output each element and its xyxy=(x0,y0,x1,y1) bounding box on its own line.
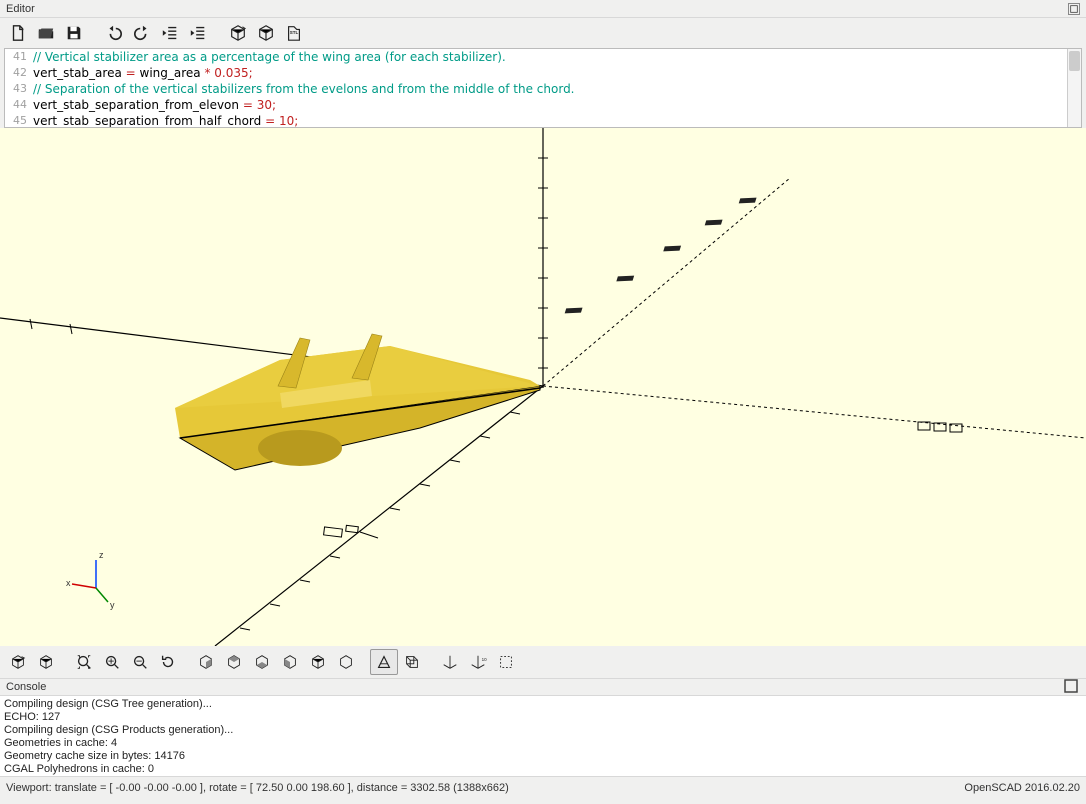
unindent-button[interactable] xyxy=(156,20,184,46)
editor-title: Editor xyxy=(6,3,35,15)
view-bottom-button[interactable] xyxy=(248,649,276,675)
line-number: 43 xyxy=(5,81,33,97)
perspective-button[interactable] xyxy=(370,649,398,675)
preview-view-button[interactable] xyxy=(4,649,32,675)
svg-text:STL: STL xyxy=(290,30,299,35)
redo-button[interactable] xyxy=(128,20,156,46)
console-line: Geometries in cache: 4 xyxy=(4,737,1082,750)
line-number: 41 xyxy=(5,49,33,65)
view-top-button[interactable] xyxy=(220,649,248,675)
view-back-button[interactable] xyxy=(332,649,360,675)
console-output[interactable]: Compiling design (CSG Tree generation)..… xyxy=(0,696,1086,776)
export-stl-button[interactable]: STL xyxy=(280,20,308,46)
show-axes-button[interactable] xyxy=(436,649,464,675)
code-line[interactable]: 42vert_stab_area = wing_area * 0.035; xyxy=(5,65,1081,81)
console-line: Compiling design (CSG Tree generation)..… xyxy=(4,698,1082,711)
render-button[interactable] xyxy=(252,20,280,46)
show-edges-button[interactable] xyxy=(492,649,520,675)
editor-scrollbar[interactable] xyxy=(1067,49,1081,127)
render-view-button[interactable] xyxy=(32,649,60,675)
orthogonal-button[interactable] xyxy=(398,649,426,675)
indent-button[interactable] xyxy=(184,20,212,46)
close-button[interactable] xyxy=(1068,3,1080,15)
view-all-button[interactable] xyxy=(70,649,98,675)
undo-button[interactable] xyxy=(100,20,128,46)
console-line: Geometry cache size in bytes: 14176 xyxy=(4,750,1082,763)
code-line[interactable]: 41// Vertical stabilizer area as a perce… xyxy=(5,49,1081,65)
code-text: // Vertical stabilizer area as a percent… xyxy=(33,49,1081,65)
code-line[interactable]: 44vert_stab_separation_from_elevon = 30; xyxy=(5,97,1081,113)
status-bar: Viewport: translate = [ -0.00 -0.00 -0.0… xyxy=(0,776,1086,798)
new-file-button[interactable] xyxy=(4,20,32,46)
console-line: CGAL Polyhedrons in cache: 0 xyxy=(4,763,1082,776)
code-text: vert_stab_separation_from_elevon = 30; xyxy=(33,97,1081,113)
view-left-button[interactable] xyxy=(276,649,304,675)
zoom-in-button[interactable] xyxy=(98,649,126,675)
viewport-toolbar: 10 xyxy=(0,646,1086,678)
code-editor[interactable]: 41// Vertical stabilizer area as a perce… xyxy=(4,48,1082,128)
line-number: 44 xyxy=(5,97,33,113)
console-line: Compiling design (CSG Products generatio… xyxy=(4,724,1082,737)
axis-y-label: y xyxy=(110,600,115,610)
view-front-button[interactable] xyxy=(304,649,332,675)
axis-z-label: z xyxy=(99,550,104,560)
save-file-button[interactable] xyxy=(60,20,88,46)
axis-x-label: x xyxy=(66,578,71,588)
show-scale-button[interactable]: 10 xyxy=(464,649,492,675)
line-number: 45 xyxy=(5,113,33,128)
code-text: vert_stab_area = wing_area * 0.035; xyxy=(33,65,1081,81)
view-right-button[interactable] xyxy=(192,649,220,675)
zoom-out-button[interactable] xyxy=(126,649,154,675)
console-close-button[interactable] xyxy=(1062,677,1080,698)
console-line: ECHO: 127 xyxy=(4,711,1082,724)
status-right: OpenSCAD 2016.02.20 xyxy=(964,782,1080,794)
editor-toolbar: STL xyxy=(0,18,1086,48)
line-number: 42 xyxy=(5,65,33,81)
viewport-3d[interactable]: z x y xyxy=(0,128,1086,646)
open-file-button[interactable] xyxy=(32,20,60,46)
status-left: Viewport: translate = [ -0.00 -0.00 -0.0… xyxy=(6,782,509,794)
console-header: Console xyxy=(0,678,1086,696)
svg-text:10: 10 xyxy=(482,657,487,662)
editor-titlebar: Editor xyxy=(0,0,1086,18)
code-text: vert_stab_separation_from_half_chord = 1… xyxy=(33,113,1081,128)
reset-view-button[interactable] xyxy=(154,649,182,675)
preview-button[interactable] xyxy=(224,20,252,46)
code-line[interactable]: 43// Separation of the vertical stabiliz… xyxy=(5,81,1081,97)
code-line[interactable]: 45vert_stab_separation_from_half_chord =… xyxy=(5,113,1081,128)
console-title: Console xyxy=(6,681,46,693)
code-text: // Separation of the vertical stabilizer… xyxy=(33,81,1081,97)
